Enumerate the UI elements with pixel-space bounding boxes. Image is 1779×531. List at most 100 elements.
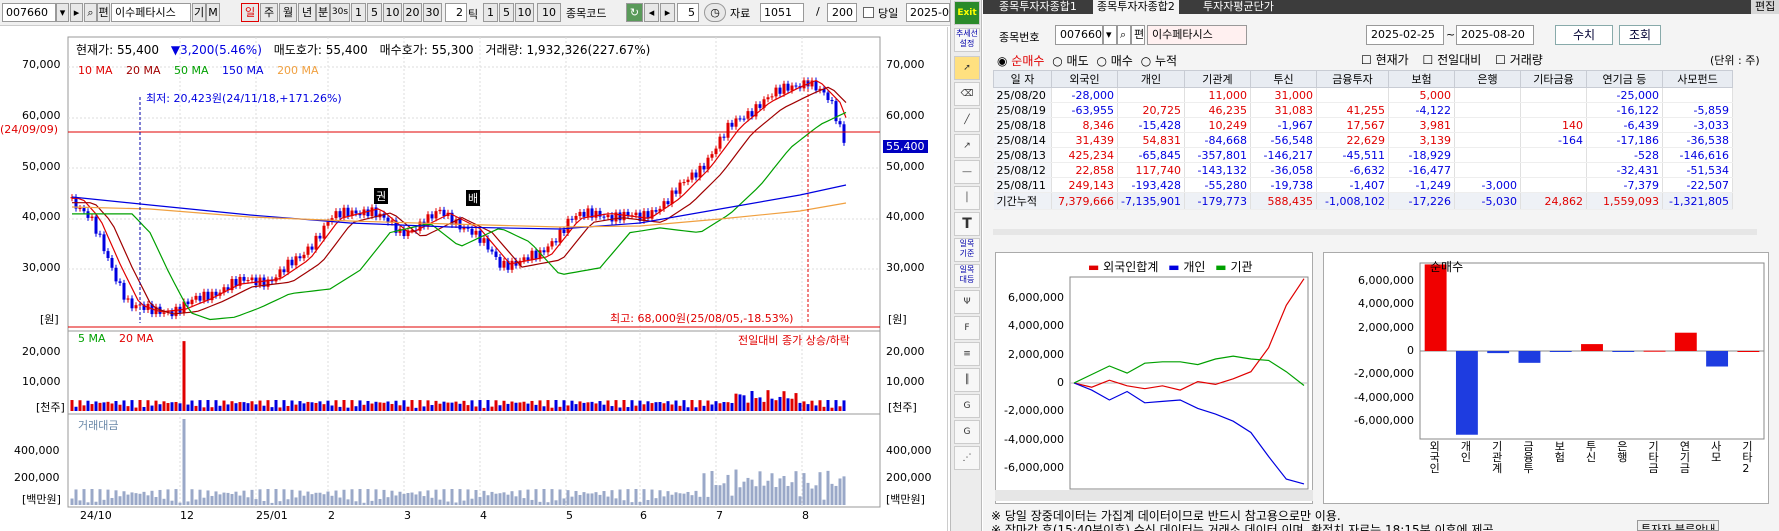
tick-10-button[interactable]: 10 <box>515 3 534 22</box>
ichimoku-equal-button[interactable]: 일목 대등 <box>954 264 980 288</box>
right-code-input[interactable]: 007660 <box>1055 25 1103 45</box>
period-year-button[interactable]: 년 <box>298 3 316 22</box>
query-button[interactable]: 조회 <box>1619 25 1661 45</box>
interval-20-button[interactable]: 20 <box>403 3 422 22</box>
chart-canvas[interactable] <box>0 27 948 531</box>
drawing-toolbar: Exit 추세선 설정 ➚ ⌫ ╱ ↗ ― │ T 일목 기준 일목 대등 Ψ … <box>950 0 982 531</box>
stock-code-input[interactable]: 007660 <box>2 3 56 22</box>
gann-angle-icon[interactable]: G <box>954 420 980 444</box>
tab-investor-summary-1[interactable]: 종목투자자종합1 <box>995 0 1081 14</box>
tab-investor-summary-2[interactable]: 종목투자자종합2 <box>1093 0 1179 14</box>
pitchfork-icon[interactable]: Ψ <box>954 290 980 314</box>
code-dropdown-icon[interactable]: ▾ <box>56 3 69 22</box>
search-icon[interactable]: ⌕ <box>84 3 97 22</box>
table-row[interactable]: 25/08/19 -63,955 20,725 46,235 31,083 41,255-… <box>993 102 1733 118</box>
investor-classification-button[interactable]: 투자자 분류안내 <box>1637 520 1720 531</box>
seconds-button[interactable]: 30s <box>330 3 350 22</box>
vertical-line-icon[interactable]: │ <box>954 186 980 210</box>
text-tool-icon[interactable]: T <box>954 212 980 236</box>
gann-fan-icon[interactable]: G <box>954 394 980 418</box>
tick-1-button[interactable]: 1 <box>483 3 498 22</box>
period-minute-button[interactable]: 분 <box>316 3 330 22</box>
eraser-icon[interactable]: ⌫ <box>954 82 980 106</box>
period-week-button[interactable]: 주 <box>260 3 278 22</box>
interval-10-button[interactable]: 10 <box>383 3 402 22</box>
ytick-right-60000: 60,000 <box>886 109 925 122</box>
date-input[interactable]: 2025-08 <box>906 3 950 22</box>
date-to-input[interactable]: 2025-08-20 <box>1456 25 1534 45</box>
table-row[interactable]: 25/08/11 249,143 -193,428 -55,280 -19,738 -1,… <box>993 177 1733 193</box>
value-button[interactable]: 수치 <box>1555 25 1613 45</box>
table-cell: -19,738 <box>1250 177 1317 193</box>
view-mode-radios: ◉ 순매수 ○ 매도 ○ 매수 ○ 누적 <box>997 52 1177 69</box>
tick-input[interactable]: 2 <box>445 3 467 22</box>
table-row[interactable]: 25/08/20 -28,000 11,000 31,000 5,000 -25,000 <box>993 87 1733 103</box>
today-checkbox[interactable] <box>863 7 874 18</box>
col-header-6: 보험 <box>1387 70 1455 88</box>
tick-5-button[interactable]: 5 <box>499 3 514 22</box>
horizontal-line-icon[interactable]: ― <box>954 160 980 184</box>
cycle-lines-icon[interactable]: ║ <box>954 368 980 392</box>
table-row[interactable]: 25/08/12 22,858 117,740 -143,132 -36,058 -6,6… <box>993 162 1733 178</box>
total-count-input[interactable]: 200 <box>827 3 857 22</box>
next-stock-icon[interactable]: ▸ <box>660 3 675 22</box>
bar-ytick-4: -2,000,000 <box>1354 367 1414 381</box>
exit-button[interactable]: Exit <box>954 1 980 25</box>
refresh-icon[interactable]: ↻ <box>626 3 643 22</box>
interval-5-button[interactable]: 5 <box>367 3 382 22</box>
volume-checkbox[interactable]: ☐ 거래량 <box>1495 53 1543 67</box>
table-cell: 1,559,093 <box>1586 192 1663 210</box>
table-cell <box>1454 117 1521 133</box>
ichimoku-base-button[interactable]: 일목 기준 <box>954 238 980 262</box>
date-from-input[interactable]: 2025-02-25 <box>1366 25 1444 45</box>
volume-value: 1,932,326(227.67%) <box>526 43 651 57</box>
mode-button[interactable]: M <box>206 3 220 22</box>
bar-chart-title: 순매수 <box>1430 260 1464 274</box>
arrow-line-icon[interactable]: ↗ <box>954 134 980 158</box>
cumulative-radio[interactable]: ○ 누적 <box>1141 54 1177 68</box>
table-cell: 425,234 <box>1051 147 1118 163</box>
table-row[interactable]: 기간누적 7,379,666 -7,135,901 -179,773 588,435 -1… <box>993 192 1733 210</box>
gi-button[interactable]: 기 <box>192 3 206 22</box>
cursor-icon[interactable]: ➚ <box>954 56 980 80</box>
table-row[interactable]: 25/08/14 31,439 54,831 -84,668 -56,548 22,629… <box>993 132 1733 148</box>
fibonacci-icon[interactable]: F <box>954 316 980 340</box>
table-scrollbar[interactable] <box>993 229 1757 235</box>
trendline-settings-button[interactable]: 추세선 설정 <box>954 28 980 52</box>
table-row[interactable]: 25/08/13 425,234 -65,845 -357,801 -146,217 -4… <box>993 147 1733 163</box>
chart-type-button[interactable]: 편 <box>97 3 110 22</box>
right-type-button[interactable]: 편 <box>1131 25 1145 45</box>
buy-radio[interactable]: ○ 매수 <box>1096 54 1132 68</box>
table-cell: -36,538 <box>1662 132 1733 148</box>
clock-icon[interactable]: ◷ <box>704 3 726 22</box>
table-cell <box>1454 132 1521 148</box>
net-buy-radio[interactable]: ◉ 순매수 <box>997 54 1044 68</box>
net-buy-bar-chart: 순매수 6,000,000 4,000,000 2,000,000 0 -2,000,0… <box>1323 252 1769 504</box>
step-input[interactable]: 5 <box>677 3 699 22</box>
line-tool-icon[interactable]: ╱ <box>954 108 980 132</box>
period-day-button[interactable]: 일 <box>241 3 259 22</box>
table-row[interactable]: 25/08/18 8,346 -15,428 10,249 -1,967 17,567 3,… <box>993 117 1733 133</box>
tick-10b-button[interactable]: 10 <box>537 3 561 22</box>
interval-1-button[interactable]: 1 <box>351 3 366 22</box>
slash-label: / <box>816 5 820 18</box>
fan-lines-icon[interactable]: ⋰ <box>954 446 980 470</box>
channel-icon[interactable]: ≡ <box>954 342 980 366</box>
table-cell <box>1520 102 1587 118</box>
right-search-icon[interactable]: ⌕ <box>1117 25 1131 45</box>
interval-30-button[interactable]: 30 <box>423 3 442 22</box>
data-count-select[interactable]: 1051 <box>760 3 804 22</box>
bar-연기금 <box>1674 332 1697 351</box>
line-chart-scrollbar[interactable] <box>995 490 1313 501</box>
reference-tag: (24/09/09) <box>0 123 58 136</box>
table-cell <box>1454 162 1521 178</box>
right-code-dropdown-icon[interactable]: ▾ <box>1103 25 1117 45</box>
edit-button[interactable]: 편집 <box>1751 0 1779 14</box>
prev-stock-icon[interactable]: ◂ <box>644 3 659 22</box>
next-icon[interactable]: ▸ <box>70 3 83 22</box>
current-price-checkbox[interactable]: ☐ 현재가 <box>1361 53 1409 67</box>
period-month-button[interactable]: 월 <box>279 3 297 22</box>
tab-investor-average-price[interactable]: 투자자평균단가 <box>1199 0 1278 14</box>
sell-radio[interactable]: ○ 매도 <box>1052 54 1088 68</box>
prev-day-checkbox[interactable]: ☐ 전일대비 <box>1423 53 1482 67</box>
